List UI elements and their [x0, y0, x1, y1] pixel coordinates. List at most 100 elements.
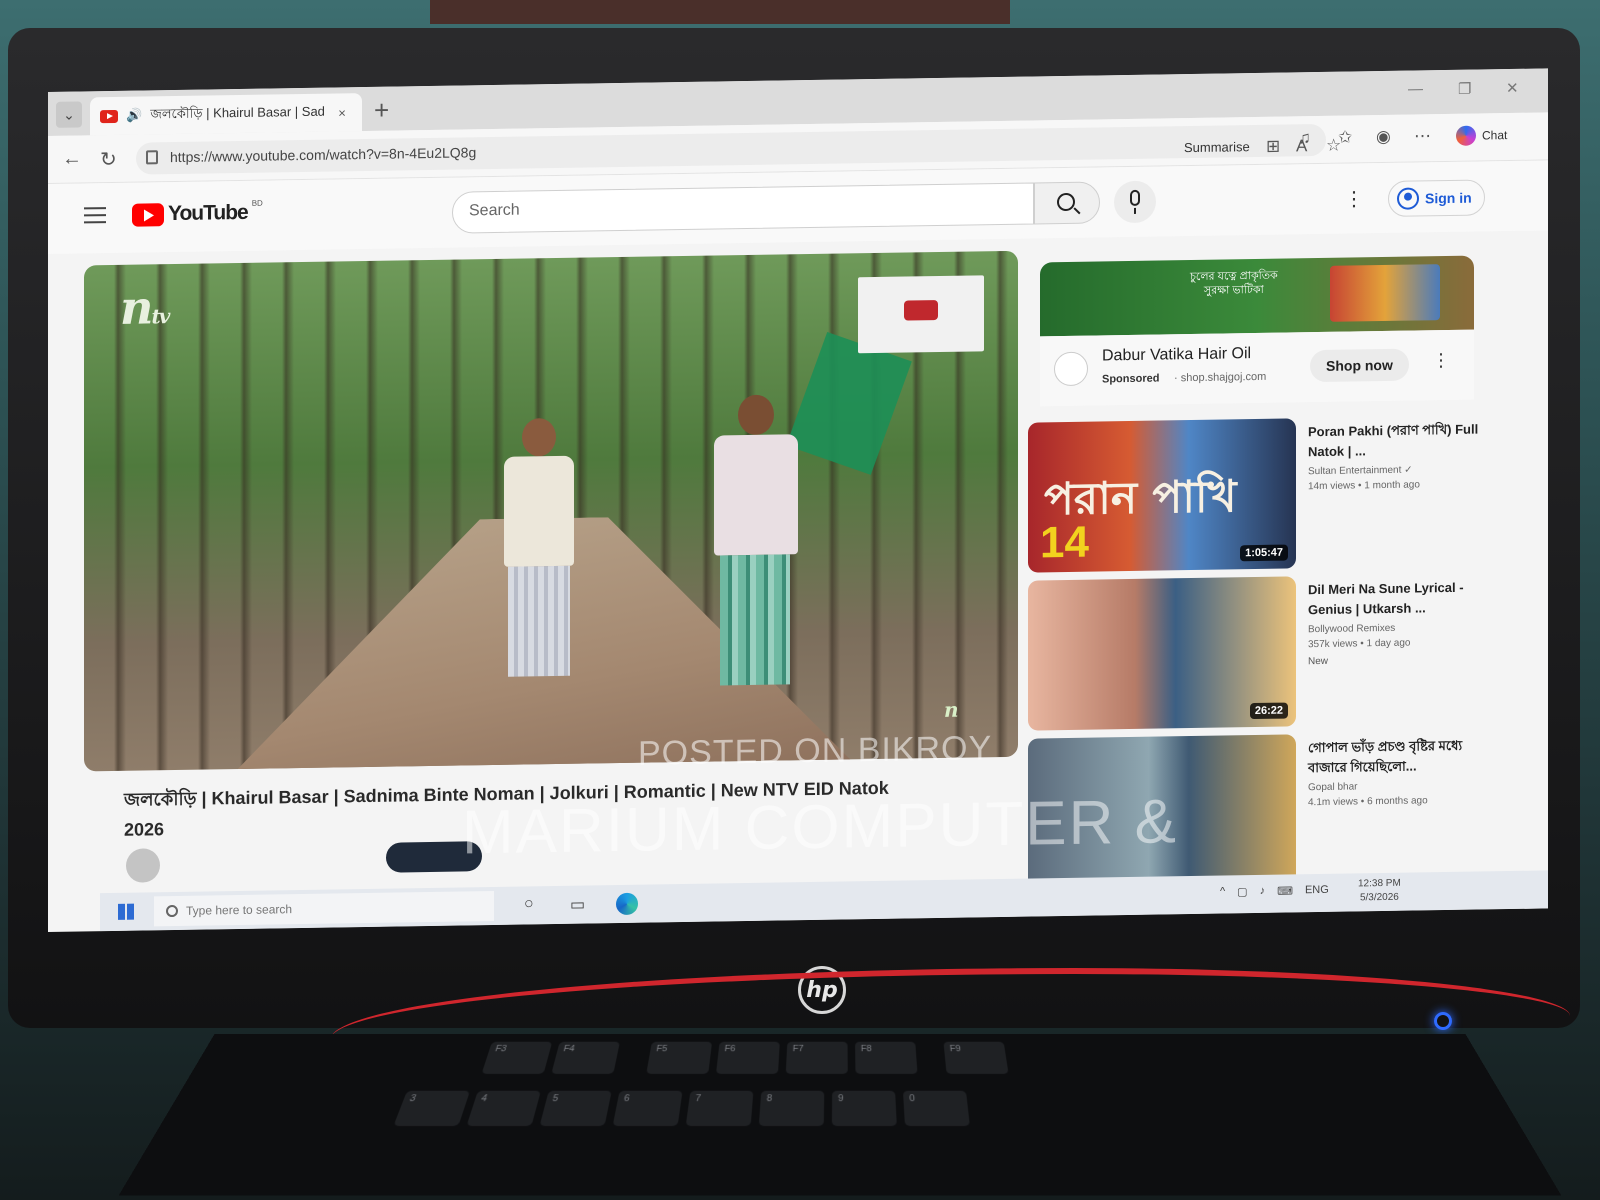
- browser-tab[interactable]: 🔊 জলকৌড়ি | Khairul Basar | Sad ×: [90, 93, 362, 135]
- search-icon: [166, 905, 178, 917]
- recommendation-thumbnail[interactable]: পরান পাখি 14 1:05:47: [1028, 418, 1296, 572]
- region-code: BD: [252, 198, 263, 207]
- close-tab-icon[interactable]: ×: [338, 105, 346, 120]
- lock-icon: [146, 150, 158, 164]
- recommendation-channel[interactable]: Bollywood Remixes: [1308, 621, 1484, 635]
- recommendation-channel[interactable]: Sultan Entertainment ✓: [1308, 463, 1484, 477]
- chevron-up-icon[interactable]: ^: [1220, 886, 1225, 899]
- refresh-icon[interactable]: ↻: [100, 147, 117, 172]
- video-player[interactable]: ntv n: [84, 251, 1018, 772]
- tab-title: জলকৌড়ি | Khairul Basar | Sad: [150, 102, 330, 126]
- chevron-down-icon: ⌄: [63, 106, 75, 123]
- recommendation-channel[interactable]: Gopal bhar: [1308, 779, 1484, 793]
- microphone-icon: [1130, 190, 1140, 206]
- video-sponsor-card: [858, 275, 984, 353]
- taskbar-search[interactable]: Type here to search: [154, 891, 494, 926]
- ad-menu-icon[interactable]: ⋮: [1432, 350, 1450, 371]
- menu-icon[interactable]: [84, 207, 106, 223]
- youtube-logo[interactable]: YouTube BD: [132, 201, 263, 227]
- grid-icon[interactable]: ⊞: [1266, 137, 1280, 157]
- key[interactable]: 8: [759, 1091, 824, 1126]
- ad-sponsored-label: Sponsored: [1102, 373, 1159, 386]
- ad-banner-text: চুলের যত্নে প্রাকৃতিক সুরক্ষা ভাটিকা: [1190, 269, 1278, 298]
- favorites-icon[interactable]: ✩: [1338, 128, 1352, 148]
- watermark-line-2: MARIUM COMPUTER &: [462, 786, 1178, 868]
- youtube-logo-text: YouTube: [168, 201, 248, 226]
- key[interactable]: 7: [686, 1091, 754, 1126]
- language-indicator[interactable]: ENG: [1305, 884, 1329, 897]
- taskbar-search-placeholder: Type here to search: [186, 902, 292, 918]
- ad-brand-logo: [1054, 352, 1088, 387]
- recommendation-title[interactable]: গোপাল ভাঁড় প্রচণ্ড বৃষ্টির মধ্যে বাজারে…: [1308, 735, 1484, 778]
- recommendation-meta: Dil Meri Na Sune Lyrical - Genius | Utka…: [1308, 577, 1484, 667]
- copilot-label: Chat: [1482, 128, 1507, 142]
- key[interactable]: 9: [832, 1091, 897, 1126]
- key[interactable]: 3: [393, 1091, 470, 1126]
- shop-now-button[interactable]: Shop now: [1310, 349, 1409, 383]
- extensions-icon[interactable]: ♫: [1298, 128, 1311, 148]
- video-frame-actor-left: [504, 418, 574, 689]
- key[interactable]: 5: [540, 1091, 612, 1126]
- network-icon[interactable]: ▢: [1237, 885, 1247, 898]
- summarise-button[interactable]: Summarise: [1184, 139, 1250, 155]
- duration-badge: 26:22: [1250, 703, 1288, 720]
- thumbnail-badge: 14: [1040, 518, 1089, 569]
- recommendation-title[interactable]: Dil Meri Na Sune Lyrical - Genius | Utka…: [1308, 577, 1484, 620]
- voice-search-button[interactable]: [1114, 181, 1156, 224]
- key[interactable]: F4: [551, 1042, 620, 1074]
- sign-in-button[interactable]: Sign in: [1388, 179, 1485, 217]
- video-frame-actor-right: [714, 394, 798, 695]
- cortana-icon[interactable]: ○: [524, 895, 534, 913]
- clock-time: 12:38 PM: [1358, 877, 1401, 892]
- key[interactable]: 0: [903, 1091, 970, 1126]
- account-icon: [1397, 187, 1419, 209]
- recommendation-meta: Poran Pakhi (পরাণ পাখি) Full Natok | ...…: [1308, 419, 1484, 492]
- keyboard: F3 F4 F5 F6 F7 F8 F9 3 4 5 6 7 8 9 0: [119, 1034, 1562, 1196]
- search-button[interactable]: [1034, 181, 1100, 224]
- sign-in-label: Sign in: [1425, 190, 1472, 207]
- copilot-button[interactable]: Chat: [1456, 125, 1507, 146]
- youtube-favicon-icon: [100, 109, 118, 122]
- search-input[interactable]: [469, 194, 1009, 220]
- key[interactable]: 6: [613, 1091, 683, 1126]
- profile-icon[interactable]: ◉: [1376, 127, 1391, 147]
- clock-date: 5/3/2026: [1358, 891, 1401, 906]
- recommendation-stats: 357k views • 1 day ago: [1308, 636, 1484, 650]
- maximize-button[interactable]: ❐: [1458, 80, 1471, 98]
- key[interactable]: F7: [786, 1042, 848, 1074]
- channel-avatar[interactable]: [126, 848, 160, 883]
- keyboard-icon[interactable]: ⌨: [1277, 884, 1293, 897]
- volume-icon[interactable]: ♪: [1260, 885, 1266, 898]
- ad-banner[interactable]: চুলের যত্নে প্রাকৃতিক সুরক্ষা ভাটিকা: [1040, 256, 1474, 337]
- url-text: https://www.youtube.com/watch?v=8n-4Eu2L…: [170, 144, 476, 165]
- new-tab-button[interactable]: +: [374, 95, 389, 126]
- key[interactable]: F3: [482, 1042, 553, 1074]
- settings-kebab-icon[interactable]: ⋮: [1344, 189, 1364, 209]
- back-arrow-icon[interactable]: ←: [62, 147, 82, 170]
- recommendation-item[interactable]: পরান পাখি 14 1:05:47 Poran Pakhi (পরাণ প…: [1028, 415, 1488, 572]
- key[interactable]: F5: [646, 1042, 712, 1074]
- task-view-icon[interactable]: ▭: [570, 895, 585, 915]
- key[interactable]: 4: [466, 1091, 540, 1126]
- taskbar-clock[interactable]: 12:38 PM 5/3/2026: [1358, 877, 1401, 906]
- key[interactable]: F6: [716, 1042, 780, 1074]
- more-icon[interactable]: ⋯: [1414, 126, 1431, 146]
- search-icon: [1057, 193, 1075, 211]
- tab-actions-menu[interactable]: ⌄: [56, 101, 82, 127]
- recommendation-title[interactable]: Poran Pakhi (পরাণ পাখি) Full Natok | ...: [1308, 419, 1484, 462]
- speaker-icon[interactable]: 🔊: [126, 108, 142, 124]
- recommendation-item[interactable]: 26:22 Dil Meri Na Sune Lyrical - Genius …: [1028, 573, 1488, 730]
- ad-title[interactable]: Dabur Vatika Hair Oil: [1102, 345, 1251, 365]
- minimize-button[interactable]: —: [1408, 80, 1423, 97]
- windows-start-icon[interactable]: [118, 904, 134, 920]
- key[interactable]: F8: [855, 1042, 917, 1074]
- key[interactable]: F9: [943, 1042, 1008, 1074]
- duration-badge: 1:05:47: [1240, 545, 1288, 562]
- close-window-button[interactable]: ✕: [1506, 79, 1519, 97]
- sponsor-logo-icon: [904, 300, 938, 321]
- edge-icon[interactable]: [616, 893, 638, 915]
- recommendation-thumbnail[interactable]: 26:22: [1028, 576, 1296, 730]
- screen: ⌄ 🔊 জলকৌড়ি | Khairul Basar | Sad × + — …: [48, 68, 1548, 932]
- search-box: [452, 183, 1034, 234]
- recommendation-stats: 4.1m views • 6 months ago: [1308, 794, 1484, 808]
